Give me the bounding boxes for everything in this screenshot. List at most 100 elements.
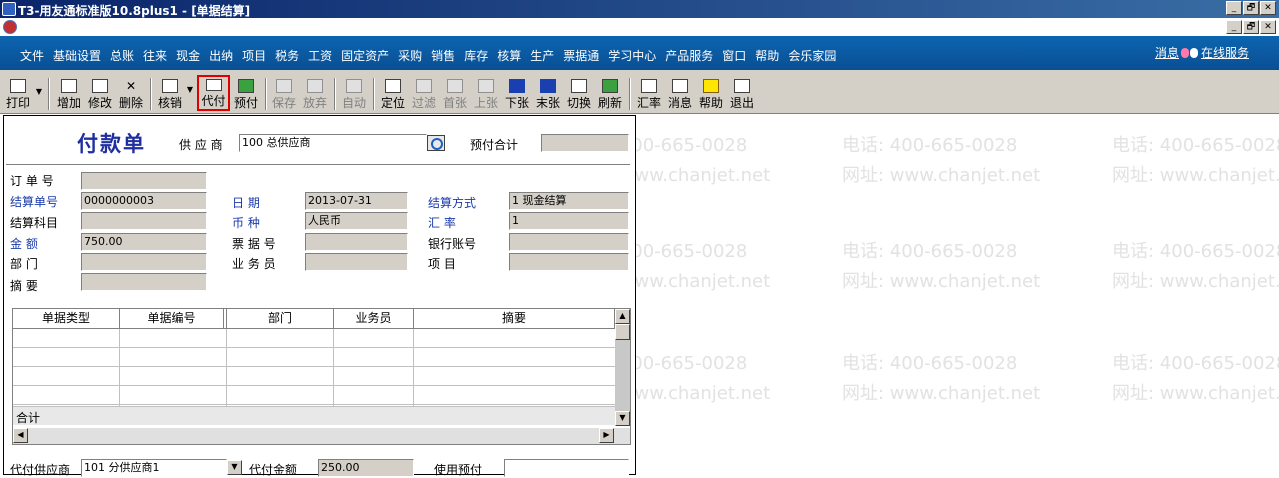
print-button[interactable]: 打印 bbox=[3, 77, 33, 111]
menu-item[interactable]: 固定资产 bbox=[341, 47, 389, 64]
save-icon bbox=[276, 79, 292, 93]
scroll-thumb[interactable] bbox=[615, 324, 630, 340]
verify-dropdown[interactable]: ▼ bbox=[186, 77, 194, 111]
bank-account-field[interactable] bbox=[509, 233, 629, 251]
bill-no-field[interactable] bbox=[305, 233, 408, 251]
message-link[interactable]: 消息 bbox=[1155, 44, 1179, 61]
child-minimize-button[interactable]: _ bbox=[1226, 20, 1242, 34]
use-prepay-field[interactable] bbox=[504, 459, 629, 477]
print-dropdown[interactable]: ▼ bbox=[34, 77, 44, 111]
proxy-amount-field[interactable]: 250.00 bbox=[318, 459, 414, 477]
refresh-button[interactable]: 刷新 bbox=[596, 77, 624, 111]
prev-label: 上张 bbox=[473, 96, 498, 110]
refresh-label: 刷新 bbox=[597, 96, 622, 110]
scroll-down-icon[interactable]: ▼ bbox=[615, 411, 630, 426]
menu-item[interactable]: 基础设置 bbox=[53, 47, 101, 64]
menu-item[interactable]: 库存 bbox=[464, 47, 488, 64]
document-icon[interactable] bbox=[3, 20, 17, 34]
exchange-rate-icon bbox=[641, 79, 657, 93]
menu-item[interactable]: 窗口 bbox=[722, 47, 746, 64]
online-service-link[interactable]: 在线服务 bbox=[1201, 44, 1249, 61]
search-icon[interactable] bbox=[427, 135, 445, 151]
table-row[interactable] bbox=[13, 348, 615, 367]
scroll-up-icon[interactable]: ▲ bbox=[615, 309, 630, 324]
summary-field[interactable] bbox=[81, 273, 207, 291]
minimize-button[interactable]: _ bbox=[1226, 1, 1242, 15]
last-label: 末张 bbox=[535, 96, 560, 110]
order-no-field[interactable] bbox=[81, 172, 207, 190]
settle-no-field[interactable]: 0000000003 bbox=[81, 192, 207, 210]
date-field[interactable]: 2013-07-31 bbox=[305, 192, 408, 210]
grid-header-bill-no[interactable]: 单据编号 bbox=[120, 309, 224, 329]
menu-item[interactable]: 出纳 bbox=[209, 47, 233, 64]
restore-button[interactable]: 🗗 bbox=[1243, 1, 1259, 15]
vertical-scrollbar[interactable]: ▲ ▼ bbox=[615, 309, 630, 426]
menu-item[interactable]: 文件 bbox=[20, 47, 44, 64]
menu-item[interactable]: 会乐家园 bbox=[788, 47, 836, 64]
scroll-right-icon[interactable]: ▶ bbox=[599, 428, 614, 443]
rate-field[interactable]: 1 bbox=[509, 212, 629, 230]
close-button[interactable]: ✕ bbox=[1260, 1, 1276, 15]
auto-button[interactable]: 自动 bbox=[340, 77, 368, 111]
chevron-down-icon[interactable]: ▼ bbox=[227, 460, 242, 475]
dept-field[interactable] bbox=[81, 253, 207, 271]
grid-header-summary[interactable]: 摘要 bbox=[414, 309, 615, 329]
table-row[interactable] bbox=[13, 329, 615, 348]
menu-item[interactable]: 帮助 bbox=[755, 47, 779, 64]
edit-button[interactable]: 修改 bbox=[86, 77, 114, 111]
table-row[interactable] bbox=[13, 386, 615, 405]
prev-button[interactable]: 上张 bbox=[472, 77, 500, 111]
settle-method-field[interactable]: 1 现金结算 bbox=[509, 192, 629, 210]
help-button[interactable]: 帮助 bbox=[697, 77, 725, 111]
menu-item[interactable]: 工资 bbox=[308, 47, 332, 64]
menu-item[interactable]: 产品服务 bbox=[665, 47, 713, 64]
menu-item[interactable]: 往来 bbox=[143, 47, 167, 64]
grid-header-salesman[interactable]: 业务员 bbox=[334, 309, 414, 329]
delete-button[interactable]: ✕ 删除 bbox=[117, 77, 145, 111]
message-button[interactable]: 消息 bbox=[666, 77, 694, 111]
grid-header-dept[interactable]: 部门 bbox=[227, 309, 334, 329]
menu-item[interactable]: 学习中心 bbox=[608, 47, 656, 64]
supplier-field[interactable]: 100 总供应商 bbox=[239, 134, 427, 152]
menu-item[interactable]: 项目 bbox=[242, 47, 266, 64]
menu-item[interactable]: 现金 bbox=[176, 47, 200, 64]
child-close-button[interactable]: ✕ bbox=[1260, 20, 1276, 34]
scroll-left-icon[interactable]: ◀ bbox=[13, 428, 28, 443]
prepay-button[interactable]: 预付 bbox=[232, 77, 260, 111]
currency-field[interactable]: 人民币 bbox=[305, 212, 408, 230]
verify-button[interactable]: 核销 bbox=[156, 77, 184, 111]
discard-button[interactable]: 放弃 bbox=[301, 77, 329, 111]
table-row[interactable] bbox=[13, 367, 615, 386]
child-restore-button[interactable]: 🗗 bbox=[1243, 20, 1259, 34]
settle-subject-field[interactable] bbox=[81, 212, 207, 230]
horizontal-scrollbar[interactable]: ◀ ▶ bbox=[13, 428, 630, 444]
menu-item[interactable]: 核算 bbox=[497, 47, 521, 64]
menu-item[interactable]: 总账 bbox=[110, 47, 134, 64]
menu-item[interactable]: 税务 bbox=[275, 47, 299, 64]
settle-subject-label: 结算科目 bbox=[10, 216, 59, 230]
add-button[interactable]: 增加 bbox=[55, 77, 83, 111]
first-button[interactable]: 首张 bbox=[441, 77, 469, 111]
amount-field[interactable]: 750.00 bbox=[81, 233, 207, 251]
locate-button[interactable]: 定位 bbox=[379, 77, 407, 111]
save-button[interactable]: 保存 bbox=[270, 77, 298, 111]
proxy-pay-label: 代付 bbox=[201, 94, 226, 108]
add-icon bbox=[61, 79, 77, 93]
switch-button[interactable]: 切换 bbox=[565, 77, 593, 111]
salesman-field[interactable] bbox=[305, 253, 408, 271]
proxy-supplier-field[interactable]: 101 分供应商1 bbox=[81, 459, 227, 477]
menu-item[interactable]: 票据通 bbox=[563, 47, 599, 64]
prepay-icon bbox=[238, 79, 254, 93]
exchange-rate-button[interactable]: 汇率 bbox=[635, 77, 663, 111]
menu-item[interactable]: 采购 bbox=[398, 47, 422, 64]
project-field[interactable] bbox=[509, 253, 629, 271]
grid-header-bill-type[interactable]: 单据类型 bbox=[13, 309, 120, 329]
exit-button[interactable]: 退出 bbox=[728, 77, 756, 111]
menu-item[interactable]: 生产 bbox=[530, 47, 554, 64]
toolbar-separator bbox=[334, 78, 336, 110]
next-button[interactable]: 下张 bbox=[503, 77, 531, 111]
filter-button[interactable]: 过滤 bbox=[410, 77, 438, 111]
menu-item[interactable]: 销售 bbox=[431, 47, 455, 64]
last-button[interactable]: 末张 bbox=[534, 77, 562, 111]
proxy-pay-button[interactable]: 代付 bbox=[197, 75, 230, 111]
